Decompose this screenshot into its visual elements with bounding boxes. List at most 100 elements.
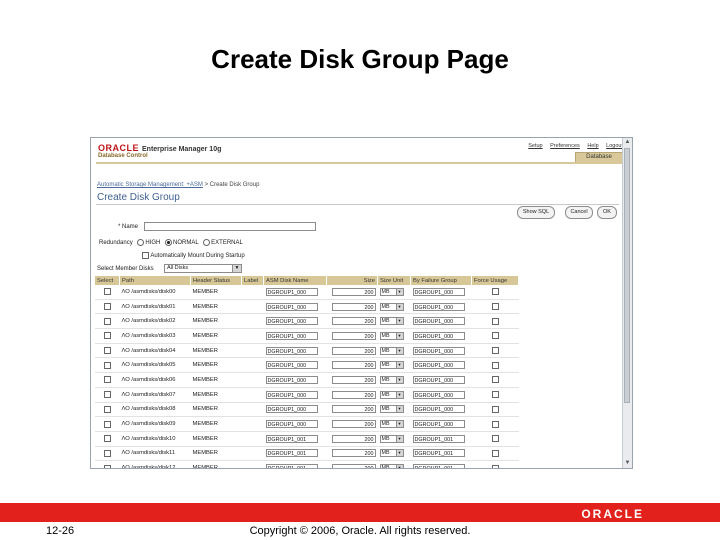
failure-group-input[interactable]: DGROUP1_001 [412, 449, 465, 458]
row-select-checkbox[interactable] [103, 361, 111, 369]
asm-disk-name-input[interactable]: DGROUP1_000 [265, 405, 318, 414]
force-usage-checkbox[interactable] [491, 376, 499, 384]
size-input[interactable]: 200 [331, 420, 376, 429]
size-input[interactable]: 200 [331, 434, 376, 443]
force-usage-checkbox[interactable] [491, 464, 499, 468]
asm-disk-name-input[interactable]: DGROUP1_001 [265, 434, 318, 443]
size-input[interactable]: 200 [331, 346, 376, 355]
asm-disk-name-input[interactable]: DGROUP1_000 [265, 331, 318, 340]
force-usage-checkbox[interactable] [491, 449, 499, 457]
size-input[interactable]: 200 [331, 361, 376, 370]
force-usage-checkbox[interactable] [491, 288, 499, 296]
size-unit-select[interactable]: MB ▼ [379, 420, 404, 429]
row-select-checkbox[interactable] [103, 420, 111, 428]
redundancy-normal-radio[interactable] [165, 239, 173, 246]
force-usage-checkbox[interactable] [491, 303, 499, 311]
size-unit-select[interactable]: MB ▼ [379, 375, 404, 384]
row-select-checkbox[interactable] [103, 303, 111, 311]
asm-disk-name-input[interactable]: DGROUP1_000 [265, 420, 318, 429]
size-input[interactable]: 200 [331, 390, 376, 399]
row-select-checkbox[interactable] [103, 449, 111, 457]
member-disks-select[interactable]: All Disks ▼ [164, 264, 242, 273]
asm-disk-name-input[interactable]: DGROUP1_000 [265, 390, 318, 399]
logout-link[interactable]: Logout [606, 143, 623, 149]
row-select-checkbox[interactable] [103, 347, 111, 355]
force-usage-checkbox[interactable] [491, 332, 499, 340]
redundancy-external-radio[interactable] [203, 239, 211, 246]
failure-group-input[interactable]: DGROUP1_000 [412, 346, 465, 355]
auto-mount-checkbox[interactable] [142, 252, 149, 259]
row-select-checkbox[interactable] [103, 405, 111, 413]
row-select-checkbox[interactable] [103, 288, 111, 296]
asm-disk-name-input[interactable]: DGROUP1_000 [265, 317, 318, 326]
row-select-checkbox[interactable] [103, 391, 111, 399]
size-input[interactable]: 200 [331, 287, 376, 296]
scroll-up-icon[interactable]: ▲ [623, 138, 632, 147]
size-input[interactable]: 200 [331, 449, 376, 458]
row-select-checkbox[interactable] [103, 332, 111, 340]
row-select-checkbox[interactable] [103, 435, 111, 443]
failure-group-input[interactable]: DGROUP1_000 [412, 420, 465, 429]
size-unit-select[interactable]: MB ▼ [379, 390, 404, 399]
asm-disk-name-input[interactable]: DGROUP1_000 [265, 302, 318, 311]
row-select-checkbox[interactable] [103, 317, 111, 325]
ok-button[interactable]: OK [597, 206, 617, 219]
failure-group-input[interactable]: DGROUP1_000 [412, 287, 465, 296]
disk-name-cell: DGROUP1_000 [263, 328, 327, 344]
scrollbar-thumb[interactable] [624, 148, 630, 403]
asm-disk-name-input[interactable]: DGROUP1_000 [265, 287, 318, 296]
size-input[interactable]: 200 [331, 331, 376, 340]
scroll-down-icon[interactable]: ▼ [623, 459, 632, 468]
asm-disk-name-input[interactable]: DGROUP1_000 [265, 346, 318, 355]
redundancy-external-label: EXTERNAL [211, 240, 243, 247]
size-unit-select[interactable]: MB ▼ [379, 331, 404, 340]
name-input[interactable] [144, 222, 316, 231]
row-select-checkbox[interactable] [103, 376, 111, 384]
size-unit-select[interactable]: MB ▼ [379, 464, 404, 468]
failure-group-input[interactable]: DGROUP1_000 [412, 375, 465, 384]
em-product-name: Enterprise Manager 10g [142, 146, 222, 153]
cancel-button[interactable]: Cancel [565, 206, 593, 219]
asm-disk-name-input[interactable]: DGROUP1_001 [265, 464, 318, 468]
setup-link[interactable]: Setup [528, 143, 542, 149]
size-input[interactable]: 200 [331, 405, 376, 414]
force-usage-checkbox[interactable] [491, 361, 499, 369]
size-input[interactable]: 200 [331, 464, 376, 468]
size-unit-select[interactable]: MB ▼ [379, 434, 404, 443]
force-usage-checkbox[interactable] [491, 317, 499, 325]
asm-disk-name-input[interactable]: DGROUP1_001 [265, 449, 318, 458]
asm-disk-name-input[interactable]: DGROUP1_000 [265, 375, 318, 384]
failure-group-input[interactable]: DGROUP1_001 [412, 434, 465, 443]
failure-group-input[interactable]: DGROUP1_000 [412, 317, 465, 326]
size-unit-select[interactable]: MB ▼ [379, 317, 404, 326]
preferences-link[interactable]: Preferences [550, 143, 580, 149]
breadcrumb-asm-link[interactable]: Automatic Storage Management: +ASM [97, 182, 203, 188]
size-unit-select[interactable]: MB ▼ [379, 346, 404, 355]
help-link[interactable]: Help [587, 143, 598, 149]
size-input[interactable]: 200 [331, 375, 376, 384]
size-unit-select[interactable]: MB ▼ [379, 302, 404, 311]
row-select-checkbox[interactable] [103, 464, 111, 468]
force-usage-checkbox[interactable] [491, 420, 499, 428]
force-usage-checkbox[interactable] [491, 405, 499, 413]
failure-group-input[interactable]: DGROUP1_000 [412, 390, 465, 399]
failure-group-input[interactable]: DGROUP1_000 [412, 331, 465, 340]
force-usage-checkbox[interactable] [491, 391, 499, 399]
size-unit-select[interactable]: MB ▼ [379, 361, 404, 370]
asm-disk-name-input[interactable]: DGROUP1_000 [265, 361, 318, 370]
size-unit-select[interactable]: MB ▼ [379, 449, 404, 458]
show-sql-button[interactable]: Show SQL [517, 206, 555, 219]
vertical-scrollbar[interactable]: ▲ ▼ [622, 138, 632, 468]
size-unit-select[interactable]: MB ▼ [379, 405, 404, 414]
failure-group-input[interactable]: DGROUP1_001 [412, 464, 465, 468]
failure-group-input[interactable]: DGROUP1_000 [412, 302, 465, 311]
failure-group-input[interactable]: DGROUP1_000 [412, 361, 465, 370]
redundancy-high-radio[interactable] [137, 239, 145, 246]
force-usage-checkbox[interactable] [491, 435, 499, 443]
disk-name-cell: DGROUP1_001 [263, 431, 327, 447]
force-usage-checkbox[interactable] [491, 347, 499, 355]
size-input[interactable]: 200 [331, 302, 376, 311]
size-unit-select[interactable]: MB ▼ [379, 287, 404, 296]
size-input[interactable]: 200 [331, 317, 376, 326]
failure-group-input[interactable]: DGROUP1_000 [412, 405, 465, 414]
